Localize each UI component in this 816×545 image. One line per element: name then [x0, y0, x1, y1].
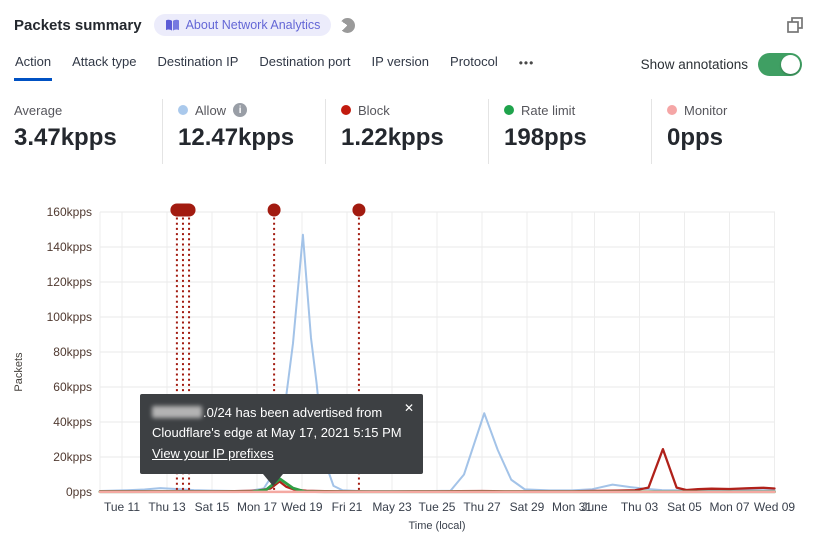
svg-text:Mon 07: Mon 07 [709, 500, 749, 514]
show-annotations-toggle[interactable] [758, 53, 802, 76]
show-annotations-label: Show annotations [640, 57, 748, 72]
stat-monitor: Monitor 0pps [651, 99, 814, 164]
about-network-analytics-badge[interactable]: About Network Analytics [153, 14, 332, 36]
stat-value: 12.47kpps [178, 124, 295, 151]
svg-text:Wed 19: Wed 19 [281, 500, 322, 514]
svg-text:May 23: May 23 [372, 500, 412, 514]
stat-label: Average [14, 102, 63, 118]
stat-value: 3.47kpps [14, 124, 117, 151]
stat-block: Block 1.22kpps [325, 99, 488, 164]
stat-allow: Allow i 12.47kpps [162, 99, 325, 164]
x-axis-title: Time (local) [408, 520, 465, 532]
tooltip-line1: .0/24 has been advertised from [152, 403, 411, 423]
tabs-overflow-button[interactable]: ••• [518, 48, 536, 81]
svg-text:80kpps: 80kpps [53, 345, 92, 359]
svg-text:Thu 13: Thu 13 [148, 500, 186, 514]
stat-rate-limit: Rate limit 198pps [488, 99, 651, 164]
tab-attack-type[interactable]: Attack type [71, 48, 137, 81]
stat-label: Allow [195, 102, 227, 118]
rate-limit-legend-dot [504, 105, 514, 115]
tab-destination-port[interactable]: Destination port [258, 48, 351, 81]
page-title: Packets summary [14, 16, 142, 34]
stat-value: 198pps [504, 124, 587, 151]
packets-chart: 0pps 20kpps 40kpps 60kpps 80kpps 100kpps 120kp… [13, 203, 795, 532]
annotations-control: Show annotations [641, 48, 802, 76]
view-ip-prefixes-link[interactable]: View your IP prefixes [152, 444, 274, 464]
annotation-marker[interactable] [267, 203, 281, 217]
info-icon[interactable]: i [233, 103, 248, 117]
tab-bar: Action Attack type Destination IP Destinati… [14, 48, 554, 81]
allow-legend-dot [178, 105, 188, 115]
svg-text:100kpps: 100kpps [47, 310, 92, 324]
svg-text:140kpps: 140kpps [47, 240, 92, 254]
tooltip-pointer [263, 473, 283, 486]
svg-text:Mon 17: Mon 17 [237, 500, 277, 514]
svg-text:Sat 05: Sat 05 [667, 500, 702, 514]
block-legend-dot [341, 105, 351, 115]
annotation-tooltip: ✕ .0/24 has been advertised from Cloudfl… [140, 394, 423, 486]
tooltip-line2: Cloudflare's edge at May 17, 2021 5:15 P… [152, 424, 402, 440]
svg-text:Sat 15: Sat 15 [195, 500, 230, 514]
svg-text:Fri 21: Fri 21 [332, 500, 363, 514]
svg-text:Thu 27: Thu 27 [463, 500, 501, 514]
x-axis-labels: Tue 11 Thu 13 Sat 15 Mon 17 Wed 19 Fri 21 May … [104, 500, 795, 514]
stat-label-row: Block [341, 102, 488, 118]
stat-label: Block [358, 102, 390, 118]
svg-text:60kpps: 60kpps [53, 380, 92, 394]
toggle-knob [781, 55, 800, 74]
svg-text:120kpps: 120kpps [47, 275, 92, 289]
annotation-cluster-marker[interactable] [170, 203, 196, 217]
stat-label-row: Average [14, 102, 162, 118]
svg-text:Wed 09: Wed 09 [754, 500, 795, 514]
tab-protocol[interactable]: Protocol [449, 48, 499, 81]
panel-header: Packets summary About Network Analytics [14, 10, 804, 40]
svg-text:20kpps: 20kpps [53, 450, 92, 464]
packets-summary-panel: Packets summary About Network Analytics … [0, 0, 816, 545]
tab-action[interactable]: Action [14, 48, 53, 81]
tab-row: Action Attack type Destination IP Destinati… [14, 48, 802, 81]
stat-label: Rate limit [521, 102, 576, 118]
stat-label: Monitor [684, 102, 728, 118]
tab-ip-version[interactable]: IP version [370, 48, 430, 81]
redacted-ip [152, 406, 202, 418]
svg-text:Tue 25: Tue 25 [419, 500, 456, 514]
badge-label: About Network Analytics [185, 18, 321, 32]
y-axis-title: Packets [13, 352, 25, 392]
stats-row: Average 3.47kpps Allow i 12.47kpps Block 1.22k… [14, 99, 814, 164]
svg-text:Tue 11: Tue 11 [104, 500, 140, 514]
stat-value: 0pps [667, 124, 724, 151]
svg-text:Thu 03: Thu 03 [621, 500, 659, 514]
stat-label-row: Allow i [178, 102, 325, 118]
svg-text:Sat 29: Sat 29 [510, 500, 545, 514]
monitor-legend-dot [667, 105, 677, 115]
svg-text:0pps: 0pps [66, 485, 92, 499]
tab-destination-ip[interactable]: Destination IP [156, 48, 239, 81]
svg-text:June: June [581, 500, 607, 514]
close-icon[interactable]: ✕ [404, 399, 414, 417]
stat-value: 1.22kpps [341, 124, 444, 151]
open-in-new-window-icon[interactable] [786, 16, 804, 34]
stat-average: Average 3.47kpps [14, 99, 162, 164]
onboarding-beacon-icon[interactable] [340, 17, 356, 33]
y-axis-labels: 0pps 20kpps 40kpps 60kpps 80kpps 100kpps 120kp… [47, 205, 92, 499]
annotation-marker[interactable] [352, 203, 366, 217]
svg-text:160kpps: 160kpps [47, 205, 92, 219]
stat-label-row: Rate limit [504, 102, 651, 118]
book-icon [165, 19, 179, 31]
stat-label-row: Monitor [667, 102, 814, 118]
svg-text:40kpps: 40kpps [53, 415, 92, 429]
